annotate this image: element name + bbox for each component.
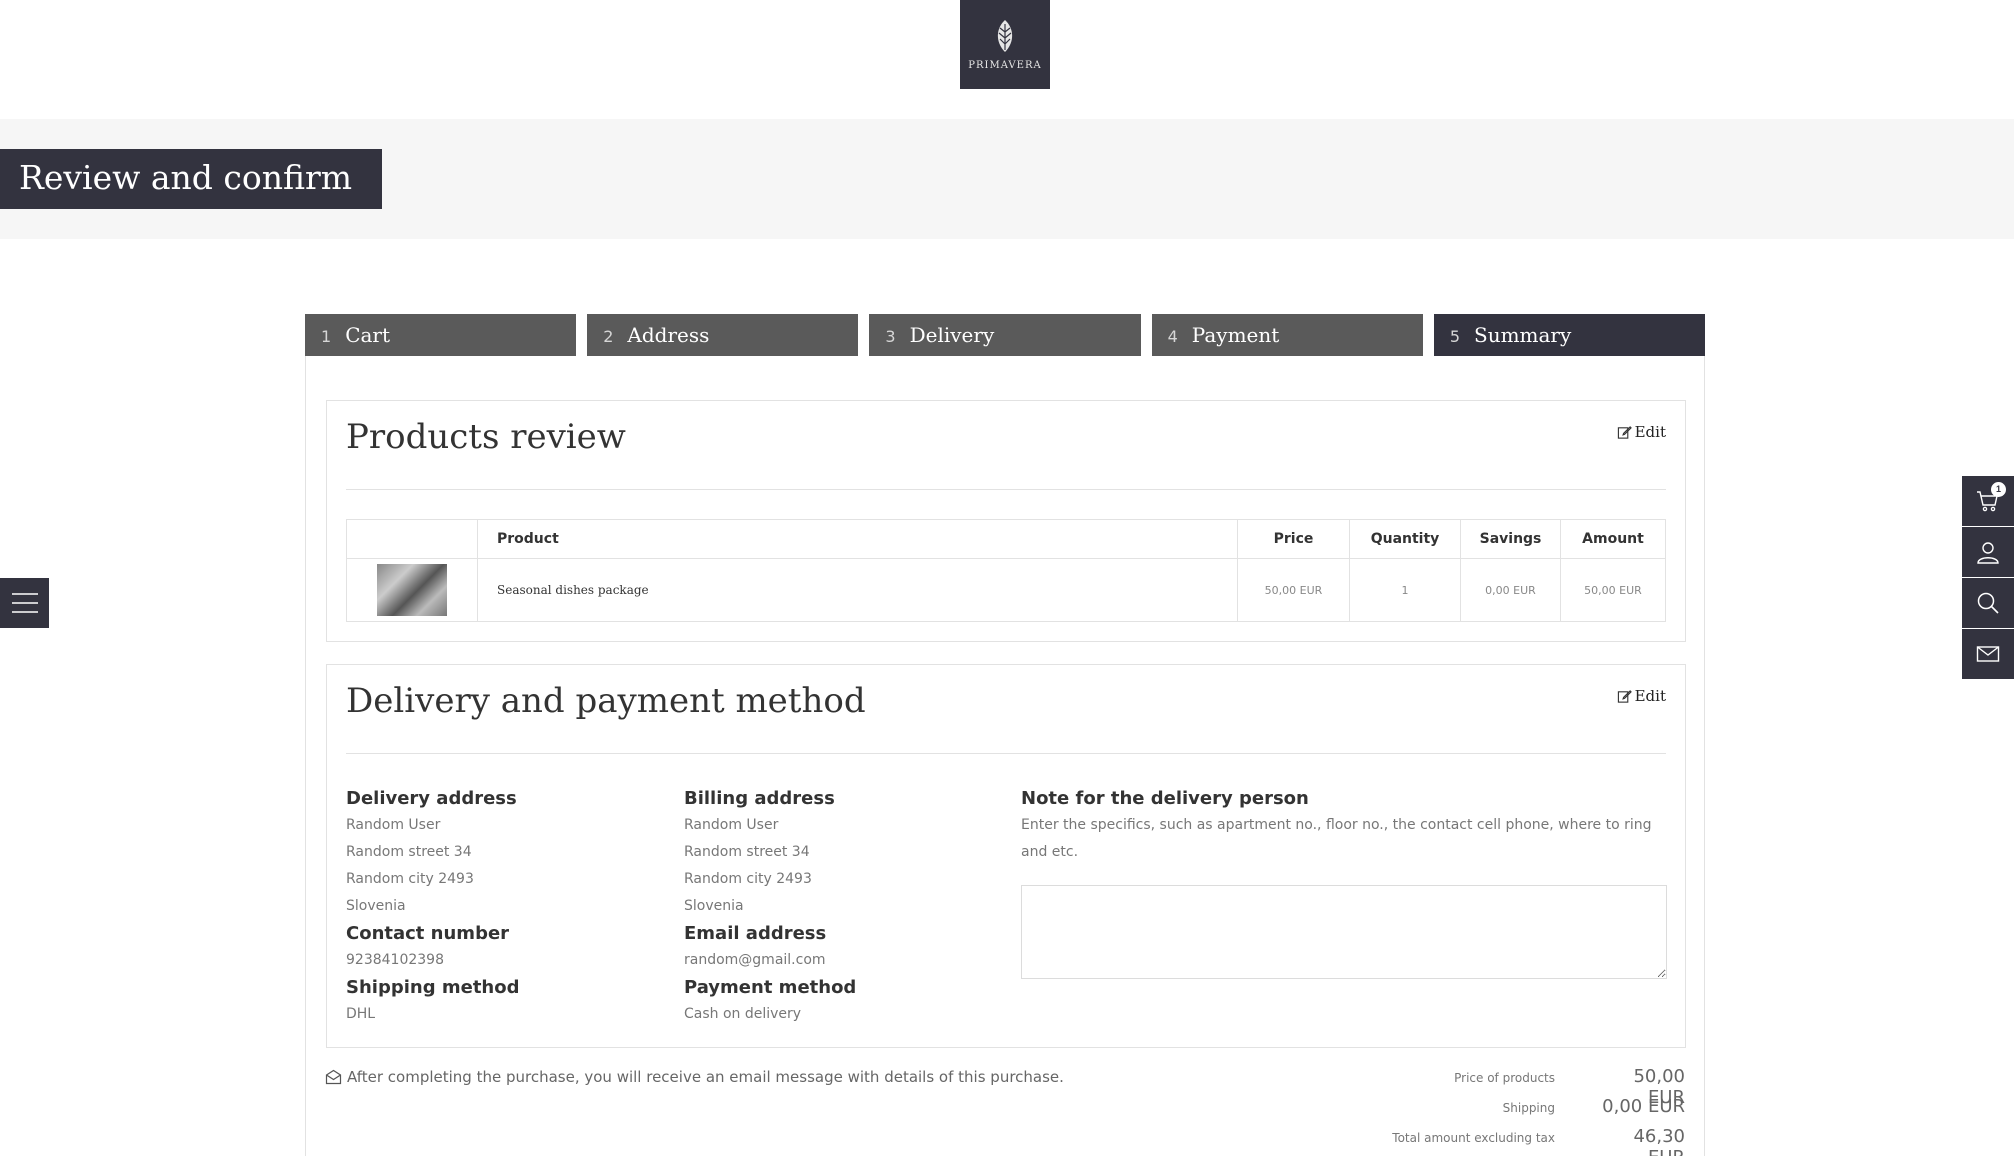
email-notice: After completing the purchase, you will …: [325, 1068, 1064, 1086]
edit-label: Edit: [1634, 687, 1666, 705]
quantity-column-header: Quantity: [1349, 519, 1461, 559]
step-cart[interactable]: 1 Cart: [305, 314, 577, 356]
total-label: Total amount excluding tax: [1392, 1131, 1555, 1145]
mail-icon: [1976, 646, 2000, 662]
total-label: Price of products: [1454, 1071, 1555, 1085]
image-column-header: [346, 519, 478, 559]
products-review-title: Products review: [346, 417, 626, 457]
products-review-card: Products review Edit Product Price Quant…: [326, 400, 1686, 642]
step-delivery[interactable]: 3 Delivery: [869, 314, 1141, 356]
total-row: Shipping 0,00 EUR: [1392, 1096, 1685, 1126]
contact-number: 92384102398: [346, 952, 444, 968]
checkout-steps: 1 Cart 2 Address 3 Delivery 4 Payment 5 …: [305, 314, 1706, 356]
note-column: Note for the delivery person Enter the s…: [1021, 785, 1671, 1005]
card-divider: [346, 489, 1666, 490]
step-number: 3: [885, 327, 896, 346]
side-toolbar: 1: [1962, 476, 2014, 679]
step-number: 5: [1449, 327, 1460, 346]
delivery-payment-title: Delivery and payment method: [346, 681, 866, 721]
step-label: Address: [627, 323, 710, 347]
product-price: 50,00 EUR: [1237, 558, 1350, 622]
delivery-address-heading: Delivery address: [346, 788, 517, 809]
savings-column-header: Savings: [1460, 519, 1561, 559]
user-icon: [1977, 542, 1999, 564]
billing-address-heading: Billing address: [684, 788, 835, 809]
step-address[interactable]: 2 Address: [587, 314, 859, 356]
title-band: Review and confirm: [0, 119, 2014, 239]
step-number: 4: [1167, 327, 1178, 346]
billing-column: Billing address Random User Random stree…: [684, 785, 1004, 1028]
cart-button[interactable]: 1: [1962, 476, 2014, 526]
total-value: 46,30 EUR: [1633, 1126, 1685, 1156]
step-summary[interactable]: 5 Summary: [1433, 314, 1706, 356]
billing-street: Random street 34: [684, 844, 810, 860]
edit-label: Edit: [1634, 423, 1666, 441]
brand-logo[interactable]: PRIMAVERA: [960, 0, 1050, 89]
search-icon: [1977, 592, 1999, 614]
search-button[interactable]: [1962, 578, 2014, 628]
brand-name: PRIMAVERA: [968, 60, 1042, 71]
card-divider: [346, 753, 1666, 754]
step-number: 1: [321, 327, 332, 346]
step-label: Summary: [1474, 323, 1572, 347]
products-edit-link[interactable]: Edit: [1617, 423, 1666, 441]
step-number: 2: [603, 327, 614, 346]
product-column-header: Product: [477, 519, 1238, 559]
delivery-city: Random city 2493: [346, 871, 474, 887]
checkout-panel: Products review Edit Product Price Quant…: [305, 356, 1705, 1156]
note-hint: Enter the specifics, such as apartment n…: [1021, 817, 1652, 860]
total-value: 0,00 EUR: [1602, 1096, 1685, 1117]
total-row: Total amount excluding tax 46,30 EUR: [1392, 1126, 1685, 1156]
billing-country: Slovenia: [684, 898, 744, 914]
delivery-street: Random street 34: [346, 844, 472, 860]
payment-method: Cash on delivery: [684, 1006, 802, 1022]
cart-count-badge: 1: [1991, 482, 2006, 497]
step-label: Payment: [1191, 323, 1280, 347]
delivery-country: Slovenia: [346, 898, 406, 914]
product-savings: 0,00 EUR: [1460, 558, 1561, 622]
leaf-logo-icon: [997, 20, 1013, 52]
payment-method-heading: Payment method: [684, 977, 857, 998]
order-totals: Price of products 50,00 EUR Shipping 0,0…: [1392, 1066, 1685, 1156]
shipping-method-heading: Shipping method: [346, 977, 520, 998]
product-quantity: 1: [1349, 558, 1461, 622]
total-label: Shipping: [1502, 1101, 1555, 1115]
hamburger-icon: [11, 593, 38, 613]
amount-column-header: Amount: [1560, 519, 1666, 559]
price-column-header: Price: [1237, 519, 1350, 559]
billing-city: Random city 2493: [684, 871, 812, 887]
edit-icon: [1617, 425, 1632, 439]
product-amount: 50,00 EUR: [1560, 558, 1666, 622]
edit-icon: [1617, 689, 1632, 703]
note-heading: Note for the delivery person: [1021, 788, 1309, 809]
table-header-row: Product Price Quantity Savings Amount: [346, 519, 1666, 559]
email-address-heading: Email address: [684, 923, 827, 944]
page-title: Review and confirm: [0, 149, 383, 209]
table-row: Seasonal dishes package 50,00 EUR 1 0,00…: [346, 558, 1666, 622]
step-label: Delivery: [909, 323, 995, 347]
envelope-open-icon: [325, 1069, 342, 1085]
shipping-method: DHL: [346, 1006, 376, 1022]
delivery-edit-link[interactable]: Edit: [1617, 687, 1666, 705]
email-notice-text: After completing the purchase, you will …: [347, 1068, 1064, 1086]
product-image-cell: [346, 558, 478, 622]
contact-number-heading: Contact number: [346, 923, 510, 944]
total-row: Price of products 50,00 EUR: [1392, 1066, 1685, 1108]
delivery-note-textarea[interactable]: [1021, 885, 1667, 979]
delivery-column: Delivery address Random User Random stre…: [346, 785, 666, 1028]
step-label: Cart: [345, 323, 391, 347]
products-table: Product Price Quantity Savings Amount Se…: [346, 519, 1666, 622]
delivery-payment-card: Delivery and payment method Edit Deliver…: [326, 664, 1686, 1048]
product-name[interactable]: Seasonal dishes package: [477, 558, 1238, 622]
delivery-name: Random User: [346, 817, 441, 833]
email-address: random@gmail.com: [684, 952, 826, 968]
account-button[interactable]: [1962, 527, 2014, 577]
menu-button[interactable]: [0, 578, 49, 628]
contact-button[interactable]: [1962, 629, 2014, 679]
step-payment[interactable]: 4 Payment: [1151, 314, 1423, 356]
product-thumbnail[interactable]: [377, 564, 447, 616]
billing-name: Random User: [684, 817, 779, 833]
